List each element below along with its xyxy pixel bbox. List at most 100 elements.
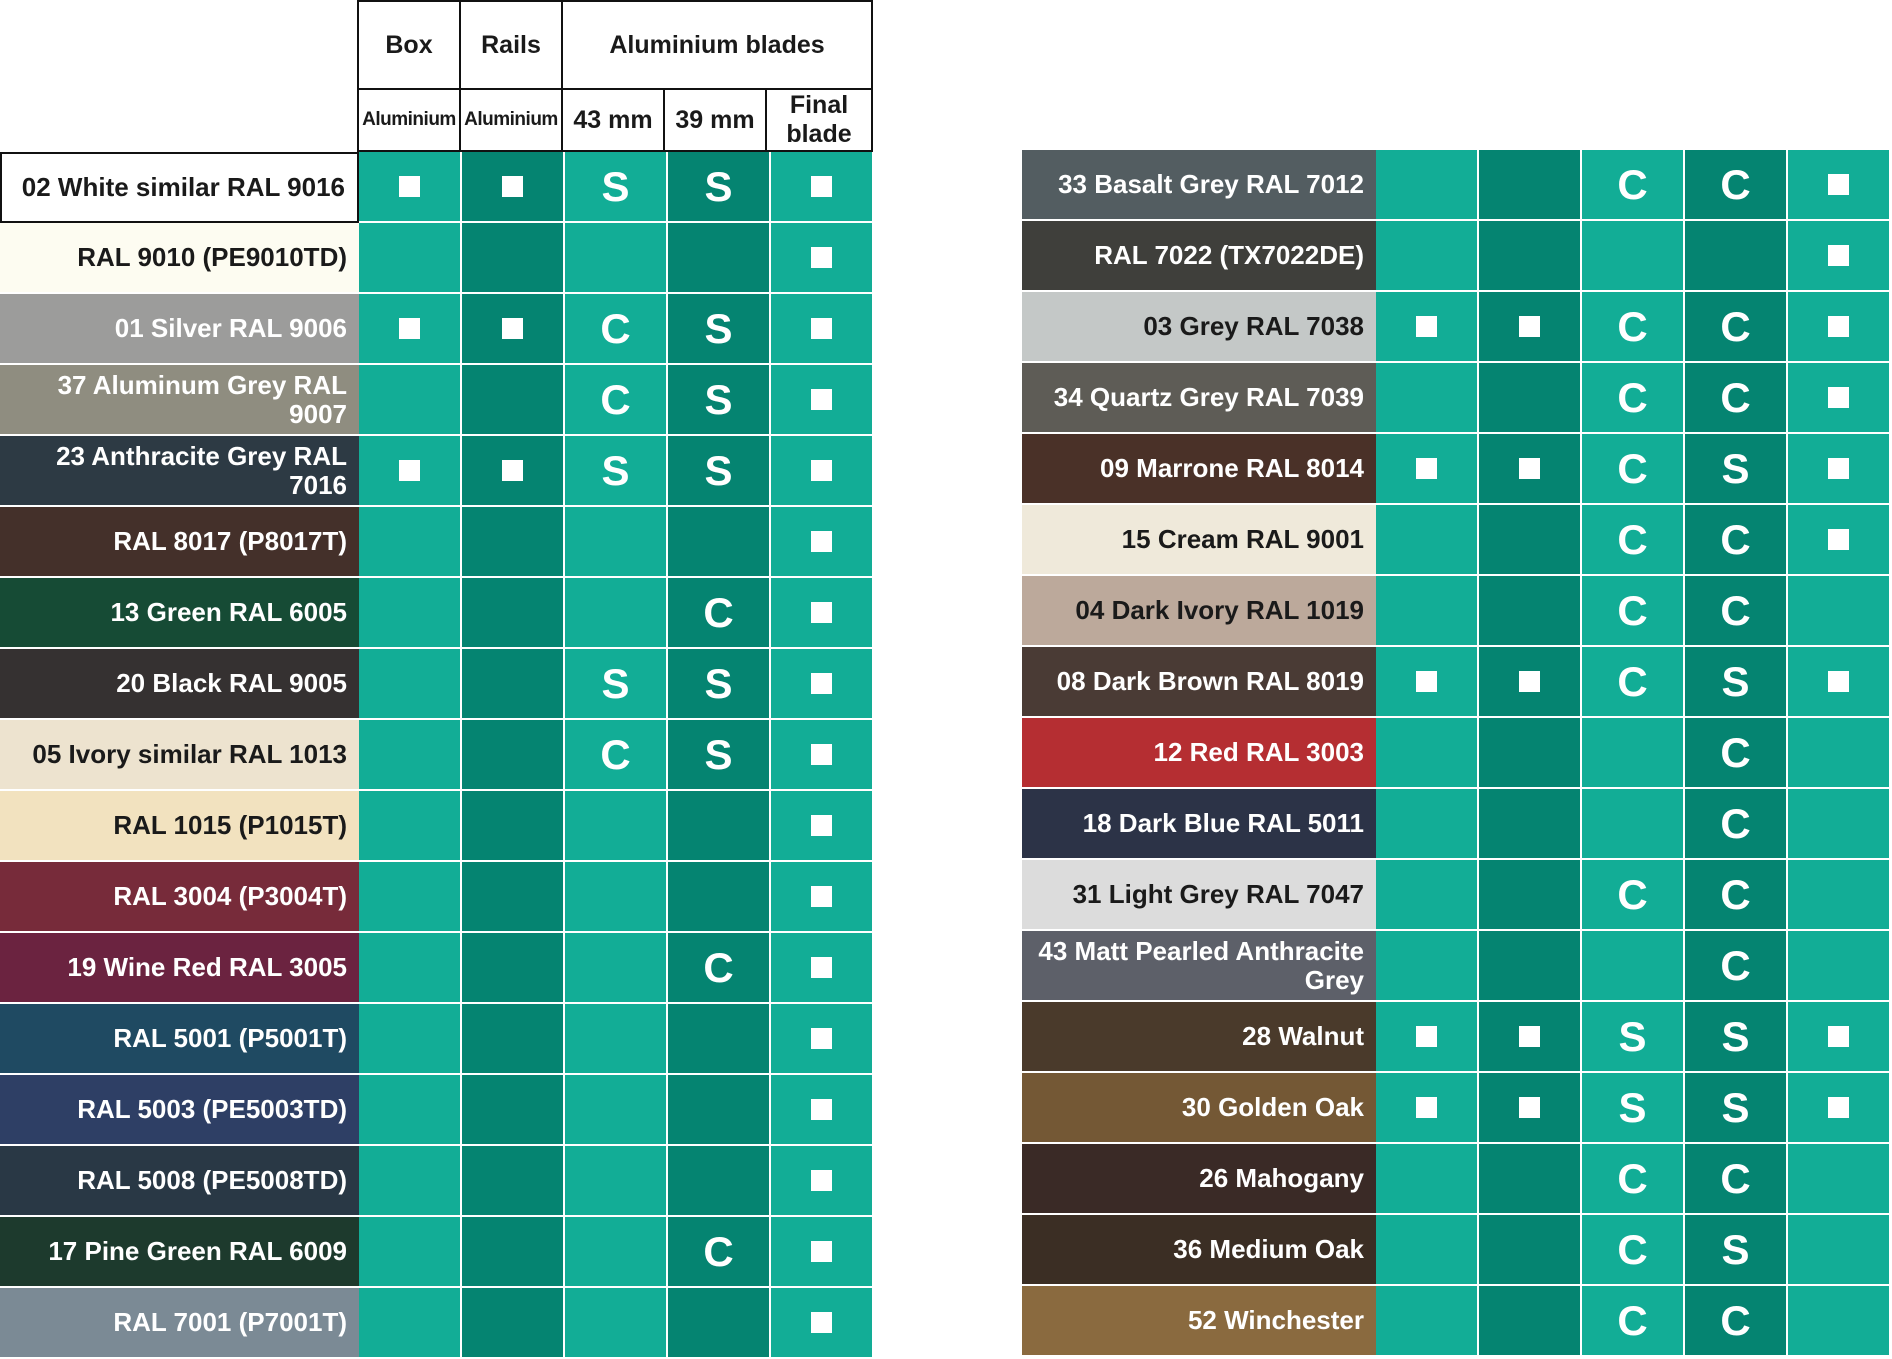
blade-43mm-cell: [565, 223, 668, 294]
final-blade-cell: [771, 720, 874, 791]
color-swatch-label: RAL 7001 (P7001T): [0, 1288, 359, 1357]
blade-39mm-cell: S: [668, 436, 771, 507]
blade-43mm-cell: [565, 933, 668, 1004]
available-square-icon: [399, 460, 420, 481]
color-swatch-label: 33 Basalt Grey RAL 7012: [1022, 150, 1376, 219]
table-row: 52 Winchester C C: [1022, 1286, 1891, 1357]
table-row: 37 Aluminum Grey RAL 9007 C S: [0, 365, 874, 436]
color-swatch-label: 37 Aluminum Grey RAL 9007: [0, 365, 359, 434]
rails-cell: [462, 1004, 565, 1075]
table-row: RAL 5008 (PE5008TD): [0, 1146, 874, 1217]
box-cell: [1376, 789, 1479, 860]
blade-43mm-cell: C: [1582, 860, 1685, 931]
blade-43mm-cell: [565, 1146, 668, 1217]
blade-code: S: [1618, 1012, 1647, 1060]
color-swatch-label: 26 Mahogany: [1022, 1144, 1376, 1213]
table-row: 02 White similar RAL 9016 S S: [0, 152, 874, 223]
blade-39mm-cell: C: [1685, 931, 1788, 1002]
available-square-icon: [811, 1312, 832, 1333]
blade-code: S: [704, 730, 733, 778]
box-cell: [359, 1146, 462, 1217]
available-square-icon: [1828, 529, 1849, 550]
final-blade-cell: [1788, 221, 1891, 292]
rails-cell: [462, 223, 565, 294]
blade-39mm-cell: S: [668, 649, 771, 720]
box-cell: [1376, 1002, 1479, 1073]
box-cell: [359, 365, 462, 436]
blade-43mm-cell: C: [565, 720, 668, 791]
final-blade-cell: [1788, 860, 1891, 931]
final-blade-cell: [1788, 150, 1891, 221]
table-row: 04 Dark Ivory RAL 1019 C C: [1022, 576, 1891, 647]
blade-43mm-cell: C: [1582, 434, 1685, 505]
rails-cell: [1479, 718, 1582, 789]
header-aluminium-blades: Aluminium blades: [561, 0, 873, 90]
available-square-icon: [399, 176, 420, 197]
color-swatch-label: RAL 8017 (P8017T): [0, 507, 359, 576]
available-square-icon: [1416, 671, 1437, 692]
rails-cell: [462, 1075, 565, 1146]
header-box-material: Aluminium: [357, 88, 461, 152]
color-swatch-label: 08 Dark Brown RAL 8019: [1022, 647, 1376, 716]
rails-cell: [1479, 576, 1582, 647]
available-square-icon: [1519, 671, 1540, 692]
blade-code: S: [1721, 1225, 1750, 1273]
blade-39mm-cell: S: [1685, 1002, 1788, 1073]
final-blade-cell: [1788, 1073, 1891, 1144]
rails-cell: [462, 1288, 565, 1359]
rails-cell: [462, 720, 565, 791]
rails-cell: [462, 1217, 565, 1288]
table-row: 03 Grey RAL 7038 C C: [1022, 292, 1891, 363]
blade-code: S: [601, 162, 630, 210]
blade-39mm-cell: S: [1685, 1073, 1788, 1144]
blade-code: S: [704, 375, 733, 423]
rails-cell: [1479, 931, 1582, 1002]
header-rails: Rails: [459, 0, 563, 90]
final-blade-cell: [1788, 1286, 1891, 1357]
blade-39mm-cell: C: [1685, 292, 1788, 363]
box-cell: [1376, 221, 1479, 292]
rails-cell: [1479, 221, 1582, 292]
table-row: 26 Mahogany C C: [1022, 1144, 1891, 1215]
blade-39mm-cell: C: [1685, 363, 1788, 434]
box-cell: [1376, 292, 1479, 363]
blade-code: S: [704, 162, 733, 210]
table-row: RAL 1015 (P1015T): [0, 791, 874, 862]
blade-43mm-cell: [565, 578, 668, 649]
color-swatch-label: 05 Ivory similar RAL 1013: [0, 720, 359, 789]
rails-cell: [462, 791, 565, 862]
blade-43mm-cell: C: [1582, 292, 1685, 363]
color-swatch-label: RAL 5003 (PE5003TD): [0, 1075, 359, 1144]
final-blade-cell: [1788, 718, 1891, 789]
blade-43mm-cell: [565, 791, 668, 862]
available-square-icon: [811, 531, 832, 552]
blade-code: C: [600, 304, 631, 352]
final-blade-cell: [771, 152, 874, 223]
final-blade-cell: [1788, 363, 1891, 434]
box-cell: [359, 507, 462, 578]
blade-39mm-cell: [668, 1288, 771, 1359]
final-blade-cell: [1788, 1215, 1891, 1286]
box-cell: [359, 294, 462, 365]
color-swatch-label: 20 Black RAL 9005: [0, 649, 359, 718]
blade-43mm-cell: C: [565, 294, 668, 365]
blade-39mm-cell: C: [1685, 576, 1788, 647]
blade-code: C: [600, 375, 631, 423]
blade-39mm-cell: [668, 1146, 771, 1217]
table-row: RAL 5003 (PE5003TD): [0, 1075, 874, 1146]
blade-code: C: [1720, 1296, 1751, 1344]
available-square-icon: [811, 602, 832, 623]
color-swatch-label: 19 Wine Red RAL 3005: [0, 933, 359, 1002]
available-square-icon: [1416, 316, 1437, 337]
rails-cell: [462, 862, 565, 933]
blade-39mm-cell: [668, 1075, 771, 1146]
rails-cell: [462, 365, 565, 436]
available-square-icon: [811, 176, 832, 197]
blade-39mm-cell: C: [1685, 860, 1788, 931]
table-row: 17 Pine Green RAL 6009 C: [0, 1217, 874, 1288]
blade-code: C: [1617, 657, 1648, 705]
color-swatch-label: 03 Grey RAL 7038: [1022, 292, 1376, 361]
blade-code: S: [1721, 657, 1750, 705]
available-square-icon: [502, 460, 523, 481]
color-swatch-label: RAL 7022 (TX7022DE): [1022, 221, 1376, 290]
